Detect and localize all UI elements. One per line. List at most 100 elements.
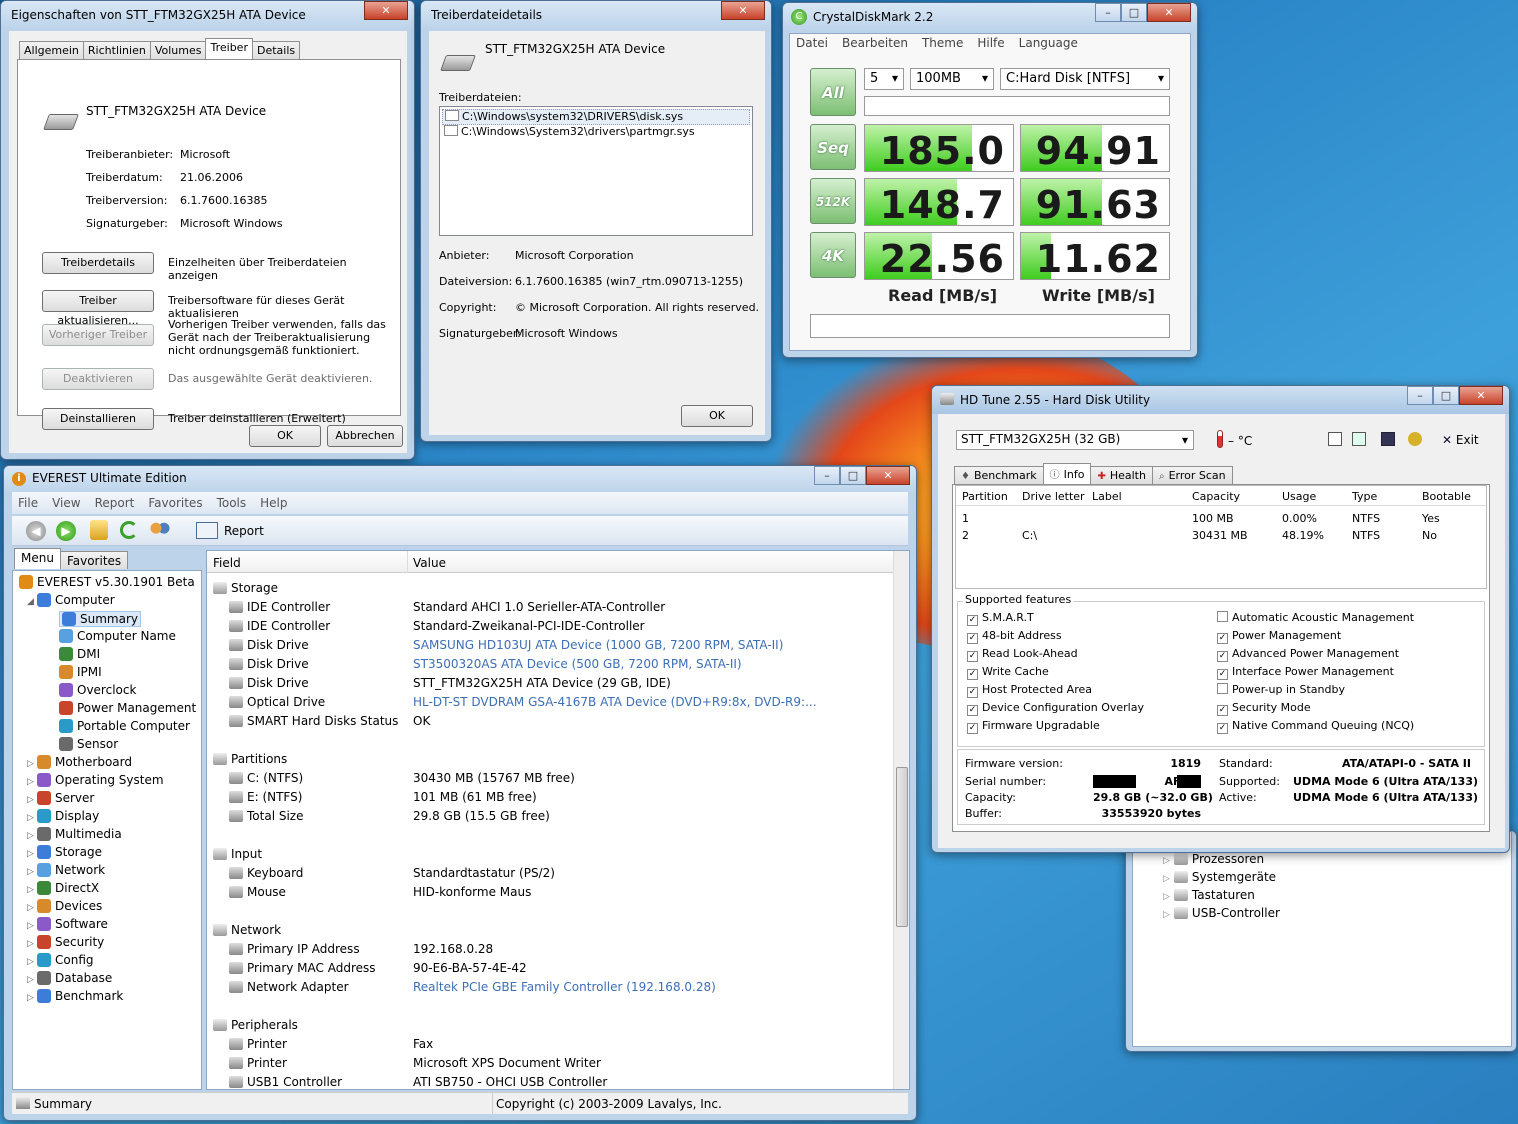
save-icon[interactable] [1381, 432, 1395, 446]
expand-arrow[interactable]: ▷ [1163, 856, 1170, 866]
tree-computer[interactable]: ◢ Computer [27, 593, 115, 607]
close-button[interactable]: ✕ [866, 466, 910, 485]
tree-item-portable-computer[interactable]: Portable Computer [59, 719, 190, 733]
tree-item-motherboard[interactable]: ▷ Motherboard [27, 755, 132, 769]
up-icon[interactable] [90, 520, 108, 540]
action-button[interactable]: Vorheriger Treiber [42, 324, 154, 346]
driver-file-item[interactable]: C:\Windows\System32\drivers\partmgr.sys [442, 125, 750, 141]
action-button[interactable]: Deaktivieren [42, 368, 154, 390]
test-seq-button[interactable]: Seq [810, 124, 856, 170]
tree-item-security[interactable]: ▷ Security [27, 935, 104, 949]
tree-item-server[interactable]: ▷ Server [27, 791, 94, 805]
driver-file-item[interactable]: C:\Windows\system32\DRIVERS\disk.sys [442, 109, 750, 125]
expand-arrow[interactable]: ▷ [27, 813, 37, 823]
tree-item-summary[interactable]: Summary [59, 611, 141, 627]
tab-error-scan[interactable]: ⌕ Error Scan [1151, 466, 1233, 484]
tree-root[interactable]: EVEREST v5.30.1901 Beta [19, 575, 195, 589]
menu-item[interactable]: Theme [922, 36, 963, 54]
menu-item[interactable]: File [18, 496, 38, 510]
comment-box[interactable] [810, 314, 1170, 338]
ok-button[interactable]: OK [249, 425, 321, 447]
column-header[interactable]: Label [1092, 490, 1122, 503]
close-button[interactable]: ✕ [1459, 386, 1503, 405]
forward-icon[interactable]: ▶ [56, 521, 76, 541]
tree-item-sensor[interactable]: Sensor [59, 737, 118, 751]
expand-arrow[interactable]: ▷ [27, 777, 37, 787]
tree-item-software[interactable]: ▷ Software [27, 917, 108, 931]
tree-item-database[interactable]: ▷ Database [27, 971, 112, 985]
back-icon[interactable]: ◀ [26, 521, 46, 541]
vertical-scrollbar[interactable] [893, 551, 909, 1089]
menu-item[interactable]: Hilfe [977, 36, 1004, 54]
tree-item-operating-system[interactable]: ▷ Operating System [27, 773, 164, 787]
menu-item[interactable]: Help [260, 496, 287, 510]
action-button[interactable]: Treiber aktualisieren... [42, 290, 154, 327]
expand-arrow[interactable]: ▷ [27, 849, 37, 859]
expand-arrow[interactable]: ▷ [27, 867, 37, 877]
expand-arrow[interactable]: ▷ [27, 921, 37, 931]
value-cell[interactable]: Realtek PCIe GBE Family Controller (192.… [413, 980, 716, 994]
col-field[interactable]: Field [213, 556, 241, 570]
menu-item[interactable]: Tools [217, 496, 247, 510]
tab-health[interactable]: ✚ Health [1090, 466, 1153, 484]
exit-button[interactable]: ✕ Exit [1442, 433, 1479, 447]
drive-select[interactable]: C:Hard Disk [NTFS] [1000, 68, 1170, 90]
minimize-button[interactable]: – [1095, 3, 1121, 22]
minimize-button[interactable]: – [814, 466, 840, 485]
maximize-button[interactable]: □ [1121, 3, 1147, 22]
tree-item-computer-name[interactable]: Computer Name [59, 629, 176, 643]
tree-item-benchmark[interactable]: ▷ Benchmark [27, 989, 123, 1003]
value-cell[interactable]: ST3500320AS ATA Device (500 GB, 7200 RPM… [413, 657, 742, 671]
tree-item-overclock[interactable]: Overclock [59, 683, 136, 697]
maximize-button[interactable]: □ [1433, 386, 1459, 405]
column-header[interactable]: Capacity [1192, 490, 1240, 503]
close-button[interactable]: ✕ [1147, 3, 1191, 22]
cancel-button[interactable]: Abbrechen [327, 425, 403, 447]
expand-arrow[interactable]: ▷ [1163, 910, 1170, 920]
expand-arrow[interactable]: ▷ [1163, 874, 1170, 884]
menu-item[interactable]: Report [95, 496, 135, 510]
menu-item[interactable]: Datei [796, 36, 828, 54]
tree-item-multimedia[interactable]: ▷ Multimedia [27, 827, 122, 841]
tree-item-network[interactable]: ▷ Network [27, 863, 105, 877]
value-cell[interactable]: HL-DT-ST DVDRAM GSA-4167B ATA Device (DV… [413, 695, 817, 709]
tree-item-storage[interactable]: ▷ Storage [27, 845, 102, 859]
expand-arrow[interactable]: ▷ [27, 939, 37, 949]
test-4k-button[interactable]: 4K [810, 232, 856, 278]
all-button[interactable]: All [810, 68, 856, 116]
expand-arrow[interactable]: ▷ [27, 957, 37, 967]
column-header[interactable]: Usage [1282, 490, 1316, 503]
driver-files-list[interactable]: C:\Windows\system32\DRIVERS\disk.sys C:\W… [439, 106, 753, 236]
tab-allgemein[interactable]: Allgemein [19, 41, 84, 59]
expand-arrow[interactable]: ▷ [27, 831, 37, 841]
column-header[interactable]: Drive letter [1022, 490, 1085, 503]
action-button[interactable]: Deinstallieren [42, 408, 154, 430]
size-select[interactable]: 100MB [910, 68, 994, 90]
copy-all-icon[interactable] [1352, 432, 1366, 446]
close-button[interactable]: ✕ [364, 1, 408, 20]
expand-arrow[interactable]: ▷ [1163, 892, 1170, 902]
menu-item[interactable]: View [52, 496, 80, 510]
users-icon[interactable] [150, 521, 170, 539]
tab-benchmark[interactable]: ♦ Benchmark [954, 466, 1044, 484]
expand-arrow[interactable]: ▷ [27, 993, 37, 1003]
column-header[interactable]: Type [1352, 490, 1377, 503]
count-select[interactable]: 5 [864, 68, 904, 90]
tab-info[interactable]: ⓘ Info [1042, 463, 1092, 484]
tab-volumes[interactable]: Volumes [149, 41, 207, 59]
tab-favorites[interactable]: Favorites [59, 551, 129, 569]
expand-arrow[interactable]: ▷ [27, 795, 37, 805]
report-button[interactable]: Report [224, 524, 264, 538]
device-category[interactable]: ▷ Systemgeräte [1163, 870, 1276, 884]
menu-item[interactable]: Favorites [148, 496, 202, 510]
value-cell[interactable]: SAMSUNG HD103UJ ATA Device (1000 GB, 720… [413, 638, 783, 652]
tree-item-directx[interactable]: ▷ DirectX [27, 881, 99, 895]
tab-menu[interactable]: Menu [14, 548, 61, 569]
menu-item[interactable]: Bearbeiten [842, 36, 908, 54]
drive-select[interactable]: STT_FTM32GX25H (32 GB) [956, 430, 1194, 450]
device-category[interactable]: ▷ Prozessoren [1163, 852, 1264, 866]
tab-richtlinien[interactable]: Richtlinien [82, 41, 151, 59]
copy-icon[interactable] [1328, 432, 1342, 446]
column-header[interactable]: Bootable [1422, 490, 1471, 503]
expand-arrow[interactable]: ▷ [27, 903, 37, 913]
